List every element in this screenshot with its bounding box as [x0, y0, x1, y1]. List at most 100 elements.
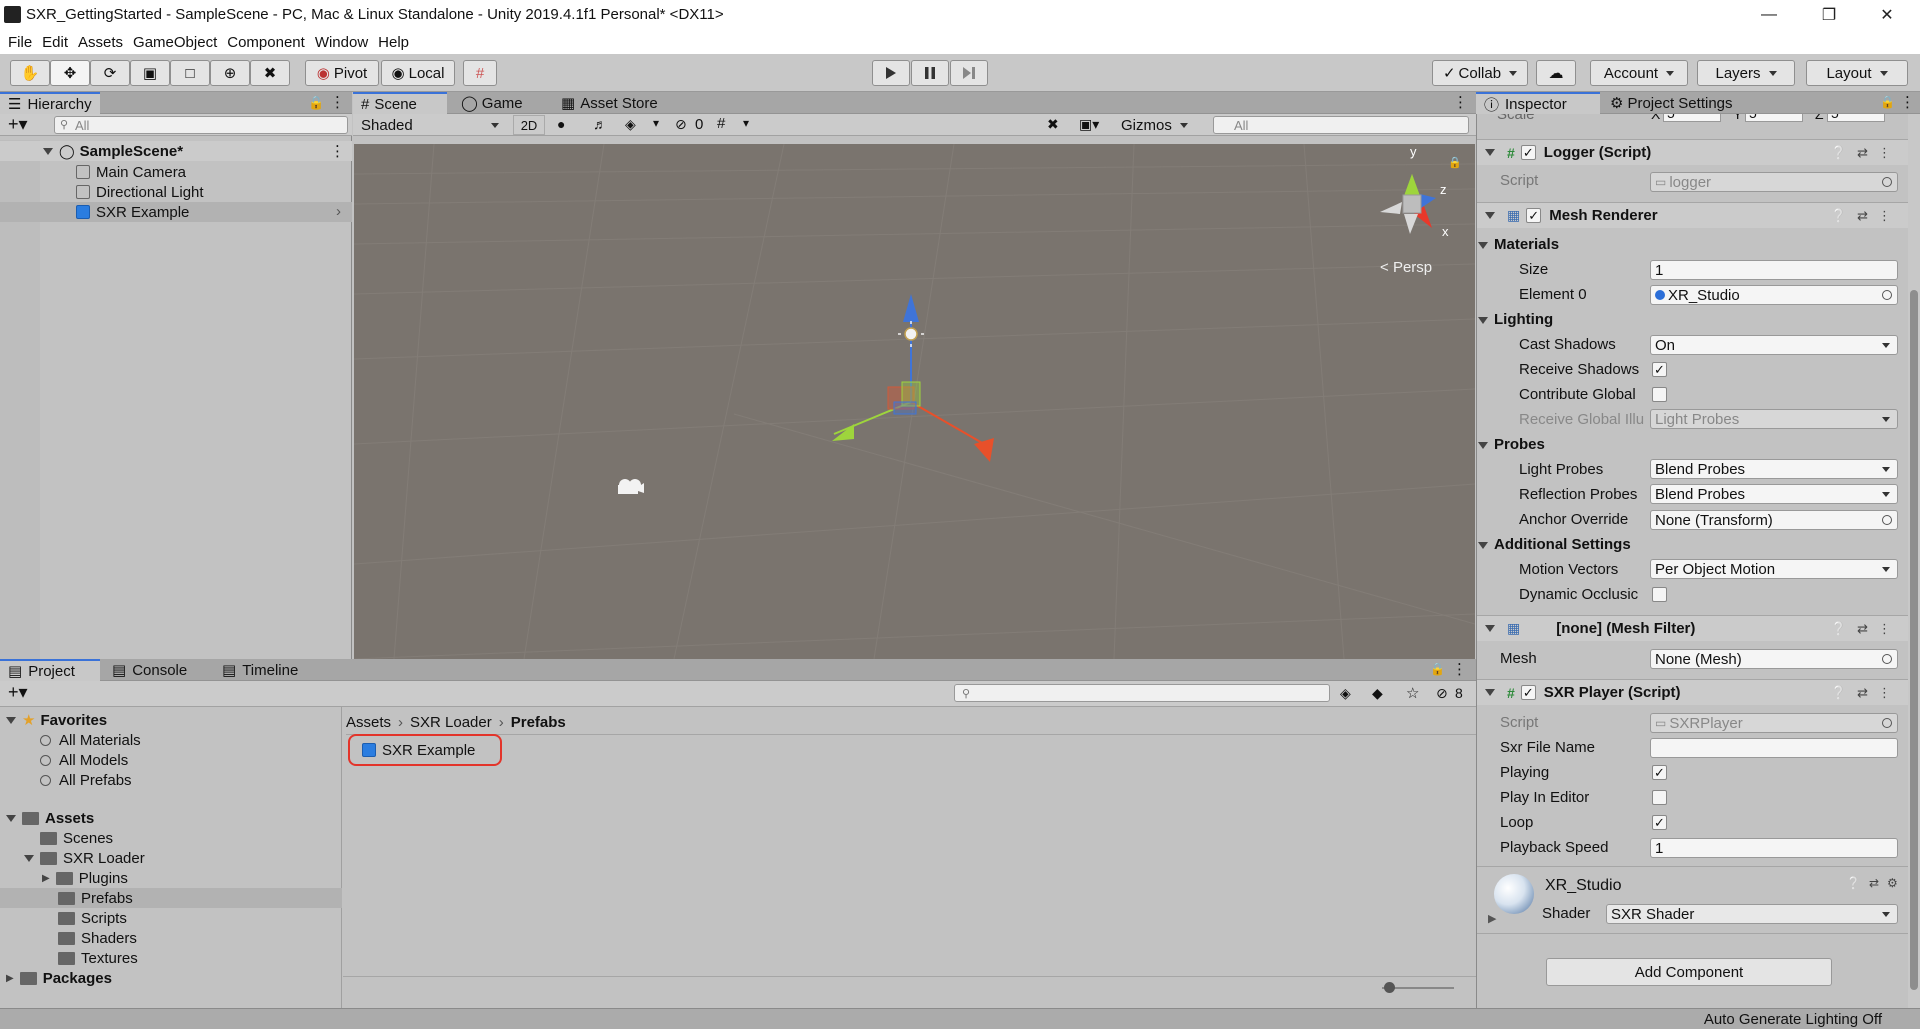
chevron-right-icon[interactable]: › [336, 203, 341, 220]
menu-help[interactable]: Help [378, 34, 409, 51]
menu-assets[interactable]: Assets [78, 34, 123, 51]
2d-toggle[interactable]: 2D [513, 115, 545, 135]
breadcrumb-assets[interactable]: Assets [346, 714, 391, 731]
folder-shaders[interactable]: Shaders [0, 928, 342, 948]
folder-scenes[interactable]: Scenes [0, 828, 342, 848]
cloud-icon[interactable]: ☁ [1536, 60, 1576, 86]
camera-settings-icon[interactable]: ▣▾ [1079, 116, 1099, 133]
lock-icon[interactable]: 🔒 [308, 95, 324, 111]
search-by-label-icon[interactable]: ◆ [1372, 685, 1383, 702]
restore-icon[interactable]: ❐ [1806, 0, 1852, 30]
play-in-editor-checkbox[interactable] [1652, 790, 1667, 805]
grid-dropdown-icon[interactable]: ▾ [743, 116, 749, 130]
effects-toggle-icon[interactable]: ◈ [625, 116, 636, 133]
fav-item-all-models[interactable]: All Models [0, 750, 342, 770]
component-kebab-icon[interactable]: ⋮ [1878, 145, 1891, 161]
tab-project-settings[interactable]: ⚙ Project Settings [1602, 92, 1741, 114]
logger-enabled-checkbox[interactable]: ✓ [1520, 145, 1536, 160]
presets-icon[interactable]: ⇄ [1869, 876, 1879, 890]
close-icon[interactable]: ✕ [1864, 0, 1910, 30]
folder-scripts[interactable]: Scripts [0, 908, 342, 928]
create-plus-icon[interactable]: +▾ [8, 114, 28, 135]
menu-edit[interactable]: Edit [42, 34, 68, 51]
tab-timeline[interactable]: ▤ Timeline [214, 659, 306, 681]
logger-component-header[interactable]: # ✓ Logger (Script) ❔ ⇄ ⋮ [1477, 139, 1909, 165]
hierarchy-item-main-camera[interactable]: Main Camera [0, 162, 352, 182]
grid-snap-icon[interactable]: # [463, 60, 497, 86]
tab-scene[interactable]: # Scene [353, 92, 447, 114]
presets-icon[interactable]: ⇄ [1857, 685, 1868, 701]
rotate-tool-icon[interactable]: ⟳ [90, 60, 130, 86]
menu-component[interactable]: Component [227, 34, 305, 51]
material-foldout-icon[interactable]: ▶ [1488, 912, 1496, 925]
hand-tool-icon[interactable]: ✋ [10, 60, 50, 86]
pause-button[interactable] [911, 60, 949, 86]
breadcrumb-prefabs[interactable]: Prefabs [511, 714, 566, 731]
scale-x-field[interactable]: 5 [1663, 114, 1721, 122]
inspector-scrollbar-thumb[interactable] [1910, 290, 1918, 990]
presets-icon[interactable]: ⇄ [1857, 621, 1868, 637]
layout-dropdown[interactable]: Layout [1806, 60, 1908, 86]
light-probes-dropdown[interactable]: Blend Probes [1650, 459, 1898, 479]
help-icon[interactable]: ❔ [1831, 145, 1847, 161]
folder-prefabs[interactable]: Prefabs [0, 888, 342, 908]
hierarchy-item-directional-light[interactable]: Directional Light [0, 182, 352, 202]
favorites-star-icon[interactable]: ☆ [1406, 684, 1419, 702]
menu-gameobject[interactable]: GameObject [133, 34, 217, 51]
hierarchy-item-sxr-example[interactable]: SXR Example › [0, 202, 352, 222]
scene-kebab-icon[interactable]: ⋮ [1453, 93, 1468, 111]
layers-dropdown[interactable]: Layers [1697, 60, 1795, 86]
pivot-toggle[interactable]: ◉ Pivot [305, 60, 379, 86]
inspector-scrollbar[interactable] [1908, 114, 1920, 1008]
component-kebab-icon[interactable]: ⋮ [1878, 685, 1891, 701]
hierarchy-search-input[interactable]: All [54, 116, 348, 134]
contribute-gi-checkbox[interactable] [1652, 387, 1667, 402]
local-toggle[interactable]: ◉ Local [381, 60, 455, 86]
element0-field[interactable]: XR_Studio [1650, 285, 1898, 305]
gizmo-lock-icon[interactable]: 🔒 [1448, 156, 1462, 169]
folder-textures[interactable]: Textures [0, 948, 342, 968]
shader-dropdown[interactable]: SXR Shader [1606, 904, 1898, 924]
favorites-row[interactable]: ★ Favorites [0, 710, 342, 730]
menu-file[interactable]: File [8, 34, 32, 51]
create-plus-icon[interactable]: +▾ [8, 682, 28, 703]
folder-sxr-loader[interactable]: SXR Loader [0, 848, 342, 868]
folder-plugins[interactable]: ▶ Plugins [0, 868, 342, 888]
project-search-input[interactable] [954, 684, 1330, 702]
component-kebab-icon[interactable]: ⋮ [1878, 208, 1891, 224]
hidden-objects-icon[interactable]: ⊘ [675, 116, 687, 133]
search-by-type-icon[interactable]: ◈ [1340, 685, 1351, 702]
packages-row[interactable]: ▶ Packages [0, 968, 342, 988]
tab-hierarchy[interactable]: ☰ Hierarchy [0, 92, 100, 114]
scale-tool-icon[interactable]: ▣ [130, 60, 170, 86]
tab-game[interactable]: ◯ Game [453, 92, 531, 114]
scale-z-field[interactable]: 5 [1827, 114, 1885, 122]
step-button[interactable] [950, 60, 988, 86]
assets-row[interactable]: Assets [0, 808, 342, 828]
collab-dropdown[interactable]: ✓ Collab [1432, 60, 1528, 86]
project-kebab-icon[interactable]: ⋮ [1452, 660, 1467, 678]
inspector-kebab-icon[interactable]: ⋮ [1900, 93, 1915, 111]
help-icon[interactable]: ❔ [1831, 208, 1847, 224]
anchor-override-field[interactable]: None (Transform) [1650, 510, 1898, 530]
move-tool-icon[interactable]: ✥ [50, 60, 90, 86]
help-icon[interactable]: ❔ [1831, 685, 1847, 701]
lighting-toggle-icon[interactable]: ● [557, 116, 565, 132]
scene-viewport[interactable]: y z x 🔒 < Persp [354, 144, 1475, 659]
scene-kebab-icon[interactable]: ⋮ [330, 142, 345, 160]
custom-tool-icon[interactable]: ✖ [250, 60, 290, 86]
playing-checkbox[interactable]: ✓ [1652, 765, 1667, 780]
materials-foldout[interactable]: Materials [1478, 236, 1559, 253]
tab-asset-store[interactable]: ▦ Asset Store [553, 92, 666, 114]
scale-y-field[interactable]: 5 [1745, 114, 1803, 122]
mesh-filter-header[interactable]: ▦ [none] (Mesh Filter) ❔ ⇄ ⋮ [1477, 615, 1909, 641]
asset-item-sxr-example[interactable]: SXR Example [348, 734, 502, 766]
play-button[interactable] [872, 60, 910, 86]
kebab-menu-icon[interactable]: ⋮ [330, 93, 345, 111]
rect-tool-icon[interactable]: □ [170, 60, 210, 86]
component-kebab-icon[interactable]: ⋮ [1878, 621, 1891, 637]
gear-icon[interactable]: ⚙ [1887, 876, 1898, 890]
reflection-probes-dropdown[interactable]: Blend Probes [1650, 484, 1898, 504]
audio-toggle-icon[interactable]: ♬ [593, 116, 607, 132]
help-icon[interactable]: ❔ [1831, 621, 1847, 637]
